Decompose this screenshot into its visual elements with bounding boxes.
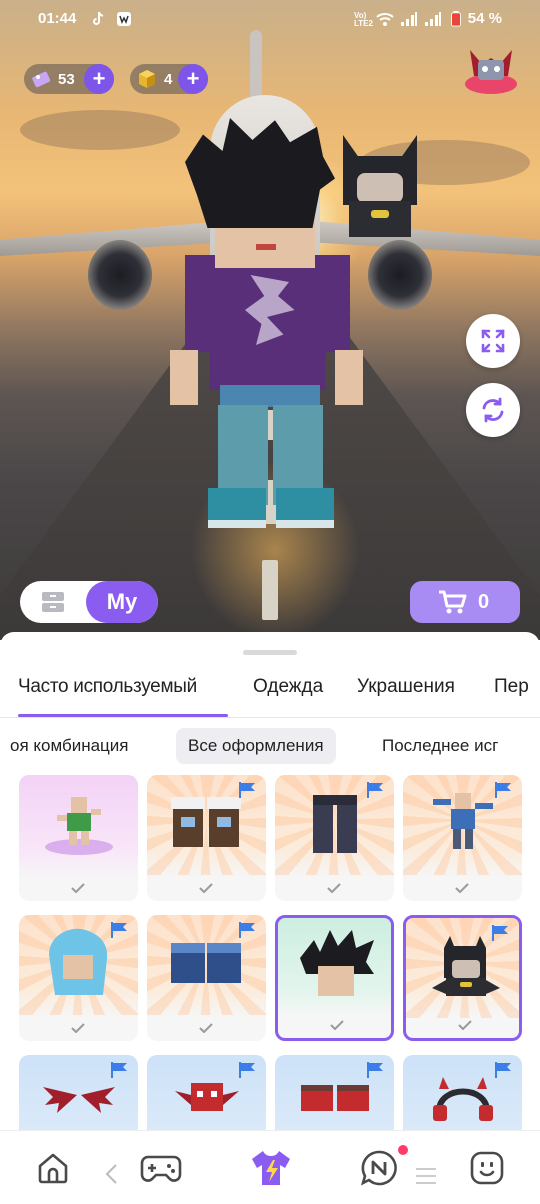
system-menu-icon[interactable] <box>414 1167 438 1185</box>
nav-avatar[interactable] <box>246 1143 296 1193</box>
add-gems-button[interactable]: + <box>84 64 114 94</box>
signal-icon-2 <box>425 12 441 26</box>
avatar-arm-left <box>170 350 198 405</box>
category-tabs: Часто используемый Одежда Украшения Пер <box>0 672 540 718</box>
cart-count: 0 <box>478 590 490 613</box>
chip-recently-used[interactable]: Последнее исг <box>370 728 510 764</box>
flag-icon <box>495 1062 511 1078</box>
flag-icon <box>495 782 511 798</box>
airplane-engine-left <box>88 240 152 310</box>
spiky-black-hair-icon <box>300 930 374 996</box>
check-icon <box>327 883 341 893</box>
avatar-hair <box>185 118 335 228</box>
item-card[interactable] <box>147 915 266 1041</box>
notification-dot <box>398 1145 408 1155</box>
avatar-mouth <box>256 244 276 250</box>
check-icon <box>71 883 85 893</box>
cubes-count: 4 <box>164 70 173 88</box>
wardrobe-icon[interactable] <box>40 590 66 614</box>
signal-icon-1 <box>401 12 417 26</box>
check-icon <box>199 883 213 893</box>
avatar-arm-right <box>335 350 363 405</box>
runway-marking <box>262 560 278 620</box>
avatar-shirt-icon <box>252 1151 290 1185</box>
rotate-button[interactable] <box>466 383 520 437</box>
active-tab-indicator <box>18 714 228 717</box>
bottom-navigation <box>0 1130 540 1204</box>
flag-icon <box>367 1062 383 1078</box>
battery-icon <box>451 11 461 27</box>
app-notification-icon <box>117 12 131 26</box>
my-mode-button[interactable]: My <box>86 581 158 623</box>
smiley-icon <box>470 1151 504 1185</box>
flag-icon <box>111 1062 127 1078</box>
nav-games[interactable] <box>136 1143 186 1193</box>
news-chat-icon <box>360 1150 397 1186</box>
check-icon <box>330 1020 344 1030</box>
cubes-counter: 4 + <box>130 64 208 94</box>
avatar-belt <box>220 385 320 407</box>
gold-cube-icon <box>139 70 155 88</box>
check-icon <box>458 1020 472 1030</box>
nav-home[interactable] <box>28 1143 78 1193</box>
item-card[interactable] <box>19 775 138 901</box>
flag-icon <box>239 922 255 938</box>
item-card[interactable] <box>19 915 138 1041</box>
outfit-sheet: Часто используемый Одежда Украшения Пер … <box>0 632 540 1181</box>
flag-icon <box>239 782 255 798</box>
home-icon <box>38 1153 68 1184</box>
item-card[interactable] <box>275 775 394 901</box>
battery-percentage: 54 % <box>467 10 502 27</box>
batman-pet <box>335 125 425 237</box>
view-mode-toggle[interactable]: My <box>20 581 158 623</box>
item-card-selected[interactable] <box>403 915 522 1041</box>
wifi-icon <box>376 13 394 26</box>
gems-count: 53 <box>58 70 75 88</box>
tab-accessories[interactable]: Украшения <box>357 676 455 698</box>
check-icon <box>199 1023 213 1033</box>
cloud <box>20 110 180 150</box>
status-time: 01:44 <box>38 10 77 27</box>
item-card[interactable] <box>403 775 522 901</box>
batman-body <box>349 201 411 237</box>
avatar-preview-scene <box>0 0 540 640</box>
flag-icon <box>367 782 383 798</box>
flag-icon <box>111 922 127 938</box>
check-icon <box>455 883 469 893</box>
refresh-icon <box>482 397 504 423</box>
tiktok-icon <box>93 11 104 25</box>
item-card[interactable] <box>147 775 266 901</box>
sheet-grabber[interactable] <box>243 650 297 655</box>
flag-icon <box>492 925 508 941</box>
batman-face <box>357 173 403 203</box>
shopping-cart-icon <box>439 590 467 614</box>
expand-icon <box>481 329 505 353</box>
system-back-icon[interactable] <box>104 1163 118 1185</box>
cart-button[interactable]: 0 <box>410 581 520 623</box>
tab-more[interactable]: Пер <box>494 676 529 698</box>
add-cubes-button[interactable]: + <box>178 64 208 94</box>
flag-icon <box>239 1062 255 1078</box>
check-icon <box>71 1023 85 1033</box>
chip-all-outfits[interactable]: Все оформления <box>176 728 336 764</box>
chip-my-combination[interactable]: оя комбинация <box>0 728 140 764</box>
gems-counter: 53 + <box>24 64 114 94</box>
gem-ticket-icon <box>32 71 51 88</box>
gamepad-icon <box>140 1155 182 1182</box>
airplane-engine-right <box>368 240 432 310</box>
dance-pose-icon <box>45 797 113 855</box>
network-type: Vo) LTE2 <box>354 11 373 28</box>
status-bar: 01:44 Vo) LTE2 54 % <box>0 0 540 40</box>
nav-social[interactable] <box>462 1143 512 1193</box>
avatar-shoe-right <box>276 488 334 528</box>
filter-chips: оя комбинация Все оформления Последнее и… <box>0 724 540 768</box>
tab-clothing[interactable]: Одежда <box>253 676 323 698</box>
nav-news[interactable] <box>354 1143 404 1193</box>
batman-logo <box>371 210 389 218</box>
item-card-selected[interactable] <box>275 915 394 1041</box>
avatar-shoe-left <box>208 488 266 528</box>
fullscreen-button[interactable] <box>466 314 520 368</box>
profile-avatar-icon[interactable] <box>460 38 522 100</box>
tab-frequently-used[interactable]: Часто используемый <box>18 676 197 698</box>
